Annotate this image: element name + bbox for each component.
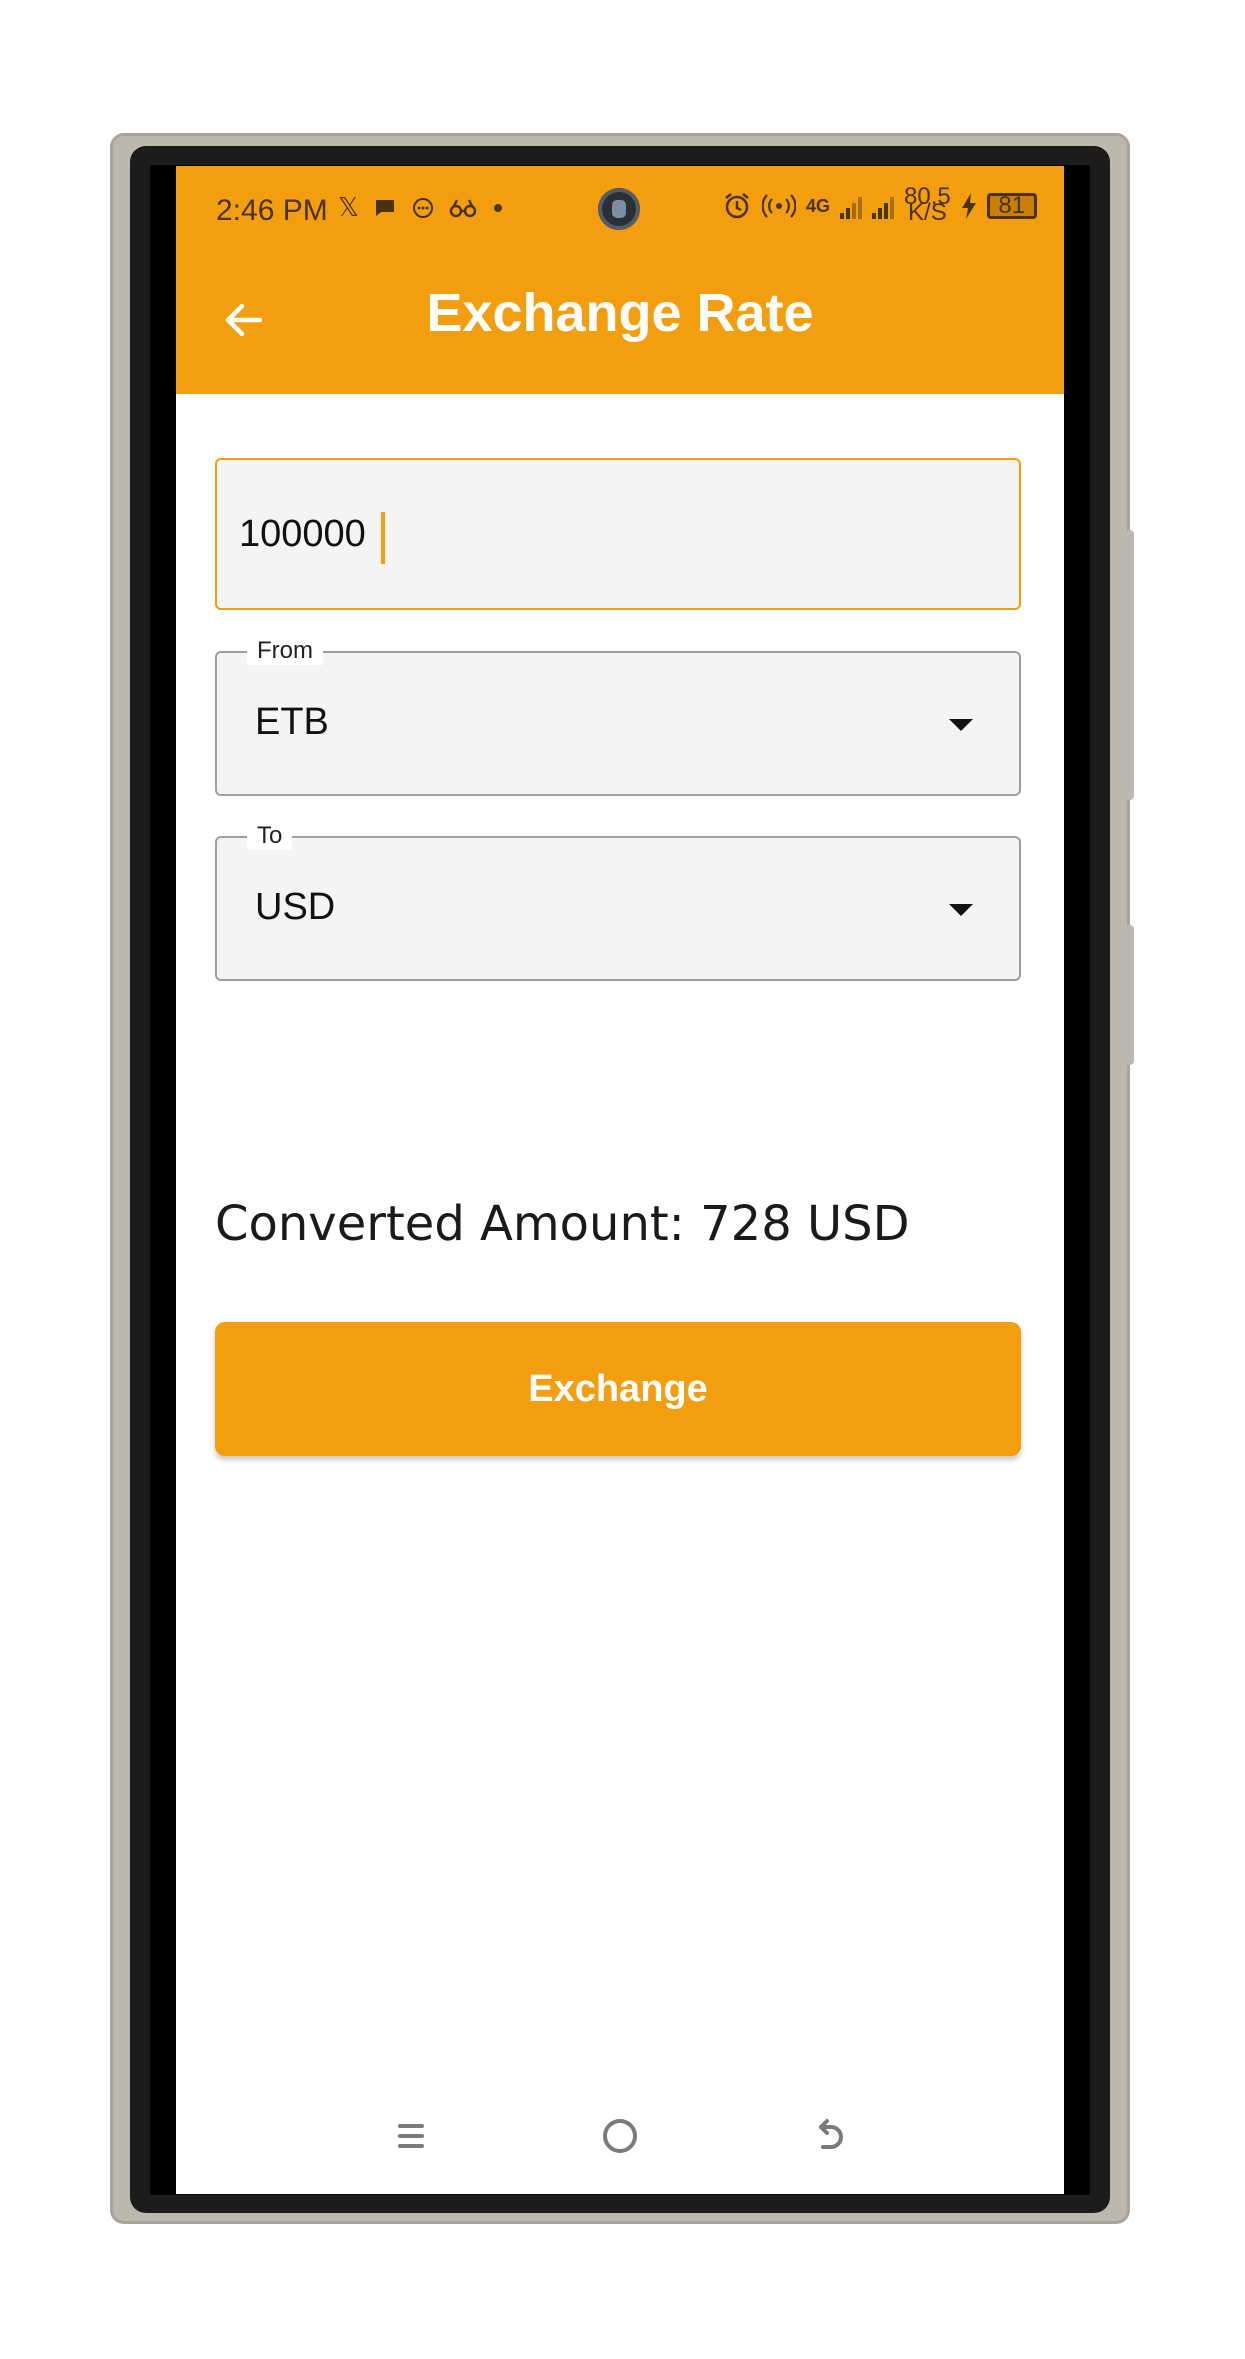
header: 2:46 PM 𝕏 4G 80.5 K/S 81 Exchange Rate <box>176 166 1064 394</box>
recent-apps-icon[interactable] <box>381 2106 441 2166</box>
back-nav-icon[interactable] <box>799 2106 859 2166</box>
exchange-button[interactable]: Exchange <box>215 1322 1021 1456</box>
system-status-icons: 4G 80.5 K/S 81 <box>722 185 1037 225</box>
amount-input[interactable] <box>239 504 979 564</box>
volume-button <box>1126 530 1134 800</box>
battery-indicator: 81 <box>986 193 1037 219</box>
net-speed: 80.5 K/S <box>904 185 951 225</box>
hotspot-icon <box>762 194 796 218</box>
signal-strength-sim2-icon <box>872 193 895 219</box>
to-label: To <box>247 822 293 850</box>
sms-icon <box>412 197 433 218</box>
status-bar: 2:46 PM 𝕏 4G 80.5 K/S 81 <box>176 166 1064 256</box>
charging-icon <box>961 193 976 219</box>
signal-strength-icon <box>840 193 863 219</box>
power-button <box>1126 925 1134 1065</box>
system-nav-bar <box>176 2096 1064 2176</box>
chevron-down-icon <box>949 719 973 731</box>
page-title: Exchange Rate <box>426 283 814 343</box>
to-currency-value: USD <box>255 886 336 928</box>
more-notifications-dot-icon <box>493 203 502 212</box>
alarm-icon <box>725 193 749 219</box>
glasses-icon <box>449 198 477 217</box>
from-currency-select[interactable]: From ETB <box>215 637 1021 796</box>
network-type: 4G <box>806 195 831 216</box>
net-speed-unit: K/S <box>908 199 947 226</box>
amount-field[interactable] <box>215 458 1021 610</box>
status-time: 2:46 PM <box>216 194 328 227</box>
text-cursor <box>381 512 385 564</box>
converted-amount: Converted Amount: 728 USD <box>215 1196 910 1252</box>
x-app-icon: 𝕏 <box>338 192 359 222</box>
phone-screen: 2:46 PM 𝕏 4G 80.5 K/S 81 Exchange Rate 1… <box>176 166 1064 2194</box>
from-label: From <box>247 637 323 665</box>
to-currency-select[interactable]: To USD <box>215 822 1021 981</box>
from-currency-value: ETB <box>255 701 329 743</box>
chat-icon <box>375 199 394 216</box>
app-bar: Exchange Rate <box>176 256 1064 394</box>
home-icon[interactable] <box>590 2106 650 2166</box>
notification-icons: 𝕏 <box>338 192 505 223</box>
front-camera <box>598 188 640 230</box>
chevron-down-icon <box>949 904 973 916</box>
